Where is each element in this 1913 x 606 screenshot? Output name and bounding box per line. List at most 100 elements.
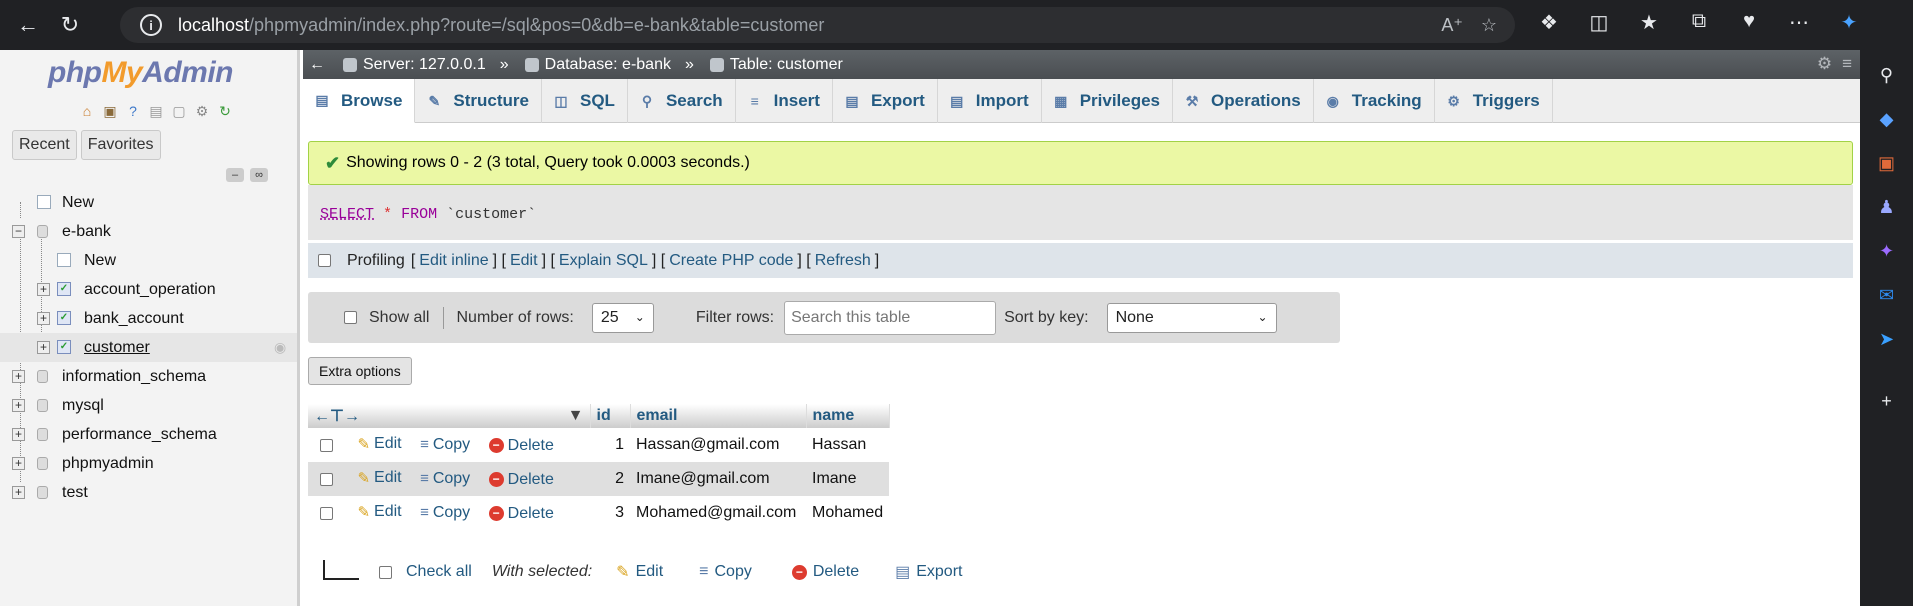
row-checkbox[interactable] xyxy=(320,438,333,452)
edit-row-button[interactable]: ✎ Edit xyxy=(357,435,401,453)
edit-row-button[interactable]: ✎ Edit xyxy=(357,503,401,521)
logout-icon[interactable]: ▣ xyxy=(101,102,119,120)
shopping-tag-icon[interactable]: ◆ xyxy=(1874,106,1900,132)
back-arrow-icon[interactable]: ← xyxy=(307,56,327,74)
breadcrumb-table[interactable]: Table: customer xyxy=(709,56,843,74)
rows-select[interactable]: 25 ⌄ xyxy=(591,302,654,333)
tree-item-new-table[interactable]: New xyxy=(0,246,297,275)
tools-icon[interactable]: ▣ xyxy=(1874,150,1900,176)
collections-icon[interactable]: ⧉ xyxy=(1685,10,1713,35)
add-icon[interactable]: + xyxy=(1874,388,1900,414)
edit-inline-link[interactable]: Edit inline xyxy=(419,252,488,270)
tab-export[interactable]: ▤ Export xyxy=(833,79,938,123)
reload-nav-icon[interactable]: ↻ xyxy=(216,102,234,120)
expand-icon[interactable]: + xyxy=(37,312,50,325)
tab-search[interactable]: ⚲ Search xyxy=(628,79,736,123)
copilot-side-icon[interactable]: ✦ xyxy=(1874,238,1900,264)
breadcrumb-database[interactable]: Database: e-bank xyxy=(524,56,671,74)
expand-icon[interactable]: + xyxy=(37,341,50,354)
docs-icon[interactable]: ▤ xyxy=(147,102,165,120)
tree-item-test[interactable]: + test xyxy=(0,478,297,507)
profiling-checkbox[interactable] xyxy=(318,254,331,267)
tab-browse[interactable]: ▤ Browse xyxy=(303,79,416,123)
create-php-code-link[interactable]: Create PHP code xyxy=(669,252,793,270)
tab-privileges[interactable]: ▦ Privileges xyxy=(1042,79,1174,123)
cell-id[interactable]: 1 xyxy=(590,428,630,462)
info-icon[interactable]: i xyxy=(140,14,162,36)
expand-icon[interactable]: + xyxy=(37,283,50,296)
expand-icon[interactable]: + xyxy=(12,399,25,412)
cell-name[interactable]: Imane xyxy=(806,462,890,496)
breadcrumb-server[interactable]: Server: 127.0.0.1 xyxy=(343,56,486,74)
tree-item-account-operation[interactable]: + ✓ account_operation xyxy=(0,275,297,304)
tree-item-phpmyadmin[interactable]: + phpmyadmin xyxy=(0,449,297,478)
cell-id[interactable]: 3 xyxy=(590,496,630,530)
home-icon[interactable]: ⌂ xyxy=(78,102,96,120)
column-header-email[interactable]: email xyxy=(630,404,807,428)
favorites-icon[interactable]: ★ xyxy=(1635,10,1663,35)
collapse-all-icon[interactable]: – xyxy=(226,168,244,182)
tab-insert[interactable]: ≡ Insert xyxy=(736,79,833,123)
edit-link[interactable]: Edit xyxy=(510,252,538,270)
delete-row-button[interactable]: − Delete xyxy=(488,471,554,489)
cell-email[interactable]: Imane@gmail.com xyxy=(630,462,806,496)
help-icon[interactable]: ? xyxy=(124,102,142,120)
recent-button[interactable]: Recent xyxy=(12,130,77,160)
tree-item-new[interactable]: New xyxy=(0,188,297,217)
cell-name[interactable]: Hassan xyxy=(806,428,889,462)
tree-item-customer[interactable]: + ✓ customer ◉ xyxy=(0,333,297,362)
explain-sql-link[interactable]: Explain SQL xyxy=(559,252,648,270)
column-header-id[interactable]: id xyxy=(590,404,631,428)
show-all-checkbox[interactable] xyxy=(344,311,357,324)
refresh-link[interactable]: Refresh xyxy=(815,252,871,270)
tree-item-information-schema[interactable]: + information_schema xyxy=(0,362,297,391)
address-bar[interactable]: i localhost/phpmyadmin/index.php?route=/… xyxy=(120,7,1515,43)
sort-dropdown-icon[interactable]: ▼ xyxy=(568,407,584,425)
tab-sql[interactable]: ◫ SQL xyxy=(542,79,628,123)
copy-row-button[interactable]: ≡ Copy xyxy=(420,470,470,488)
cell-name[interactable]: Mohamed xyxy=(806,496,889,530)
expand-icon[interactable]: + xyxy=(12,370,25,383)
row-checkbox[interactable] xyxy=(320,472,333,486)
settings-icon[interactable]: ⚙ xyxy=(193,102,211,120)
edit-row-button[interactable]: ✎ Edit xyxy=(357,469,401,487)
sql-select-keyword[interactable]: SELECT xyxy=(320,206,374,223)
tree-item-performance-schema[interactable]: + performance_schema xyxy=(0,420,297,449)
outlook-icon[interactable]: ✉ xyxy=(1874,282,1900,308)
bulk-copy-button[interactable]: ≡ Copy xyxy=(699,563,752,581)
copy-query-icon[interactable]: ▢ xyxy=(170,102,188,120)
send-icon[interactable]: ➤ xyxy=(1874,326,1900,352)
filter-rows-input[interactable]: Search this table xyxy=(784,300,997,335)
collapse-icon[interactable]: − xyxy=(12,225,25,238)
sql-query-box[interactable]: SELECT * FROM `customer` xyxy=(308,185,1853,240)
copy-row-button[interactable]: ≡ Copy xyxy=(420,436,470,454)
reload-icon[interactable]: ↻ xyxy=(50,5,90,45)
bulk-export-button[interactable]: ▤ Export xyxy=(895,562,962,582)
sort-select[interactable]: None ⌄ xyxy=(1106,302,1277,333)
gear-icon[interactable]: ⚙ xyxy=(1817,54,1832,74)
health-icon[interactable]: ♥ xyxy=(1735,10,1763,35)
phpmyadmin-logo[interactable]: phpMyAdmin xyxy=(48,56,233,90)
tab-operations[interactable]: ⚒ Operations xyxy=(1173,79,1314,123)
check-all-checkbox[interactable] xyxy=(379,565,392,579)
search-icon[interactable]: ⚲ xyxy=(1874,62,1900,88)
tab-structure[interactable]: ✎ Structure xyxy=(415,79,542,123)
bulk-delete-button[interactable]: − Delete xyxy=(791,563,859,581)
split-screen-icon[interactable]: ◫ xyxy=(1585,10,1613,35)
check-all-link[interactable]: Check all xyxy=(406,563,472,581)
expand-icon[interactable]: + xyxy=(12,428,25,441)
favorite-star-icon[interactable]: ☆ xyxy=(1481,15,1497,36)
row-checkbox[interactable] xyxy=(320,506,333,520)
back-arrow-icon[interactable]: ← xyxy=(8,5,48,45)
tree-item-e-bank[interactable]: − e-bank xyxy=(0,217,297,246)
collapse-top-icon[interactable]: ≡ xyxy=(1842,54,1852,74)
favorites-button[interactable]: Favorites xyxy=(80,130,161,160)
link-with-main-icon[interactable]: ∞ xyxy=(250,168,268,182)
column-header-name[interactable]: name xyxy=(806,404,890,428)
extensions-icon[interactable]: ❖ xyxy=(1535,10,1563,35)
tree-item-mysql[interactable]: + mysql xyxy=(0,391,297,420)
more-menu-icon[interactable]: ⋯ xyxy=(1785,10,1813,35)
copilot-icon[interactable]: ✦ xyxy=(1835,10,1863,35)
tab-tracking[interactable]: ◉ Tracking xyxy=(1314,79,1435,123)
read-aloud-icon[interactable]: A⁺ xyxy=(1441,15,1463,36)
